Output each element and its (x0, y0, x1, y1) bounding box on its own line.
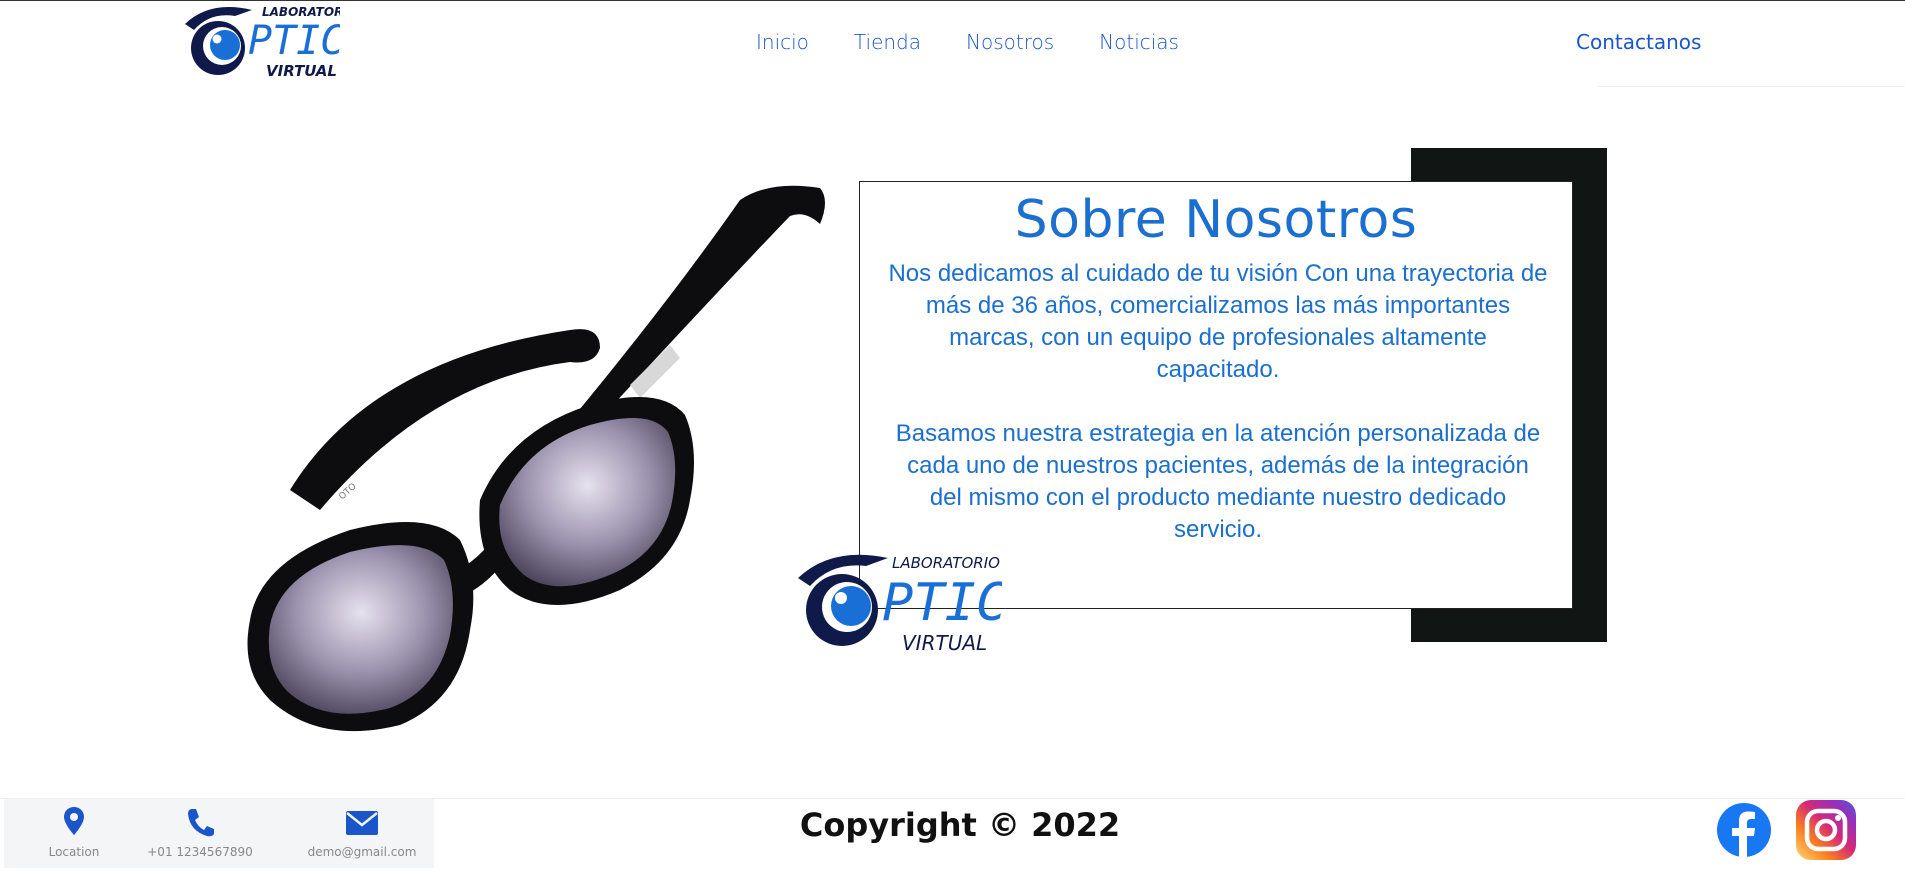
about-card: Sobre Nosotros Nos dedicamos al cuidado … (859, 181, 1573, 609)
logo-large-top-word: LABORATORIO (892, 554, 1000, 572)
phone-icon (188, 809, 214, 837)
nav-item-inicio[interactable]: Inicio (756, 30, 809, 54)
contact-email-label: demo@gmail.com (307, 845, 417, 859)
logo-large-main-word: PTICO (882, 573, 1002, 633)
about-paragraph-2: Basamos nuestra estrategia en la atenció… (895, 420, 1541, 543)
logo-large-bottom-word: VIRTUAL (902, 631, 987, 655)
contact-location-label: Location (48, 845, 100, 859)
about-title: Sobre Nosotros (1014, 190, 1418, 250)
sunglasses-image: OTO (247, 185, 825, 732)
main-nav: Inicio Tienda Nosotros Noticias (756, 30, 1179, 54)
instagram-icon[interactable] (1794, 798, 1858, 862)
brand-logo-large: LABORATORIO PTICO VIRTUAL (798, 554, 1002, 655)
logo-bottom-word: VIRTUAL (266, 62, 337, 80)
nav-item-nosotros[interactable]: Nosotros (966, 30, 1054, 54)
contact-phone[interactable]: +01 1234567890 (130, 799, 270, 868)
about-paragraph-1: Nos dedicamos al cuidado de tu visión Co… (888, 260, 1548, 383)
nav-item-noticias[interactable]: Noticias (1099, 30, 1179, 54)
copyright-text: Copyright © 2022 (799, 806, 1121, 844)
contact-location[interactable]: Location (4, 799, 144, 868)
contact-email[interactable]: demo@gmail.com (292, 799, 432, 868)
header-divider (1598, 86, 1905, 87)
about-text: Nos dedicamos al cuidado de tu visión Co… (888, 258, 1548, 546)
contact-link[interactable]: Contactanos (1576, 30, 1701, 54)
nav-item-tienda[interactable]: Tienda (854, 30, 921, 54)
contact-phone-label: +01 1234567890 (147, 845, 253, 859)
location-pin-icon (64, 807, 84, 835)
facebook-icon[interactable] (1716, 802, 1772, 858)
logo-main-word: PTICO (248, 18, 340, 64)
logo-top-word: LABORATORIO (262, 5, 340, 19)
footer-contact-box: Location +01 1234567890 demo@gmail.com (4, 799, 434, 868)
envelope-icon (346, 811, 378, 835)
top-border (0, 0, 1905, 1)
brand-logo[interactable]: LABORATORIO PTICO VIRTUAL (180, 2, 340, 82)
